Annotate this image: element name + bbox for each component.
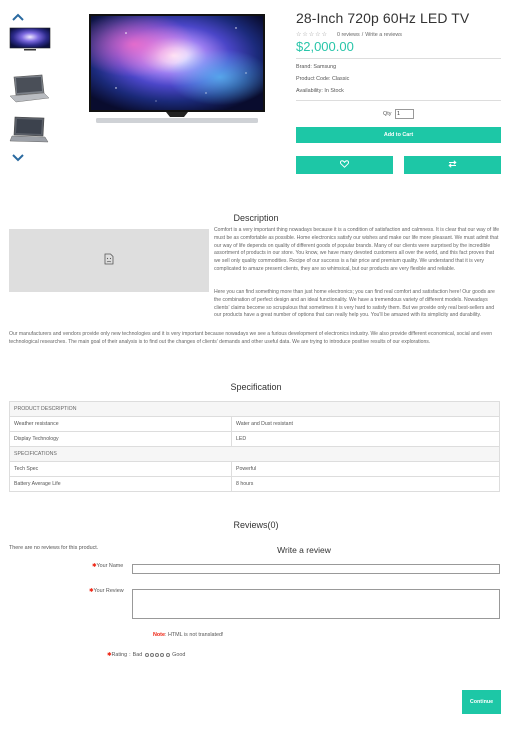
- spec-name: Display Technology: [9, 431, 232, 447]
- wishlist-button[interactable]: [296, 156, 393, 174]
- your-review-label: ✱Your Review: [89, 588, 124, 594]
- your-review-textarea[interactable]: [132, 589, 500, 619]
- rating-bad-label: Bad: [132, 652, 143, 658]
- thumbnail-laptop-dark[interactable]: [8, 115, 50, 145]
- rating-label: Rating: [111, 652, 128, 658]
- product-availability: Availability: In Stock: [296, 88, 344, 94]
- product-price: $2,000.00: [296, 39, 354, 54]
- divider: [296, 58, 501, 59]
- spec-row: Weather resistance Water and Dust resista…: [9, 416, 500, 432]
- spec-row: Battery Average Life 8 hours: [9, 476, 500, 492]
- rating-input: ✱ Rating : Bad Good: [107, 652, 186, 658]
- description-image-placeholder: [9, 229, 209, 292]
- write-review-title: Write a review: [277, 545, 331, 555]
- rating-radio-3[interactable]: [155, 653, 160, 657]
- spec-name: Battery Average Life: [9, 476, 232, 492]
- star-icon: ☆: [308, 32, 315, 38]
- spec-name: Tech Spec: [9, 461, 232, 477]
- divider: [296, 100, 501, 101]
- compare-button[interactable]: [404, 156, 501, 174]
- star-icon: ☆: [315, 32, 321, 38]
- spec-row: Tech Spec Powerful: [9, 461, 500, 477]
- spec-value: Water and Dust resistant: [231, 416, 500, 432]
- spec-group-header: PRODUCT DESCRIPTION: [9, 401, 500, 417]
- product-brand: Brand: Samsung: [296, 64, 337, 70]
- rating-good-label: Good: [172, 652, 186, 658]
- spec-row: Display Technology LED: [9, 431, 500, 447]
- html-note: Note: HTML is not translated!: [153, 632, 224, 638]
- spec-value: Powerful: [231, 461, 500, 477]
- continue-button[interactable]: Continue: [462, 690, 501, 714]
- main-product-image: [86, 13, 268, 125]
- rating-radio-5[interactable]: [165, 653, 170, 657]
- reviews-count-link[interactable]: 0 reviews: [337, 32, 360, 38]
- spec-group-label: SPECIFICATIONS: [9, 446, 500, 462]
- product-code: Product Code: Classic: [296, 76, 350, 82]
- chevron-down-icon[interactable]: [12, 152, 24, 164]
- spec-group-header: SPECIFICATIONS: [9, 446, 500, 462]
- chevron-up-icon[interactable]: [12, 11, 24, 23]
- add-to-cart-button[interactable]: Add to Cart: [296, 127, 501, 143]
- thumbnail-laptop-silver[interactable]: [8, 73, 50, 103]
- heart-icon: [339, 160, 350, 170]
- star-icon: ☆: [321, 32, 327, 38]
- description-paragraph: Comfort is a very important thing nowada…: [214, 227, 500, 272]
- reviews-title: Reviews(0): [233, 520, 279, 530]
- your-review-label-text: Your Review: [93, 588, 124, 594]
- no-reviews-text: There are no reviews for this product.: [9, 545, 99, 551]
- spec-group-label: PRODUCT DESCRIPTION: [9, 401, 500, 417]
- rating-row: ☆ ☆ ☆ ☆ ☆ 0 reviews / Write a reviews: [296, 31, 402, 39]
- rating-stars: ☆ ☆ ☆ ☆ ☆: [296, 31, 327, 38]
- your-name-label: ✱Your Name: [92, 563, 123, 569]
- star-icon: ☆: [296, 32, 302, 38]
- broken-image-icon: [104, 252, 114, 270]
- spec-name: Weather resistance: [9, 416, 232, 432]
- exchange-icon: [448, 160, 457, 170]
- specification-table: PRODUCT DESCRIPTION Weather resistance Wa…: [9, 401, 500, 492]
- specification-title: Specification: [230, 382, 282, 392]
- product-title: 28-Inch 720p 60Hz LED TV: [296, 10, 470, 26]
- qty-input[interactable]: 1: [395, 109, 414, 119]
- qty-label: Qty: [383, 111, 392, 117]
- your-name-input[interactable]: [132, 564, 500, 574]
- rating-radio-4[interactable]: [160, 653, 165, 657]
- write-review-link[interactable]: Write a reviews: [365, 32, 402, 38]
- reviews-separator: /: [361, 31, 364, 38]
- note-text: : HTML is not translated!: [164, 632, 224, 638]
- spec-value: 8 hours: [231, 476, 500, 492]
- thumbnail-tv[interactable]: [8, 27, 52, 53]
- description-paragraph: Here you can find something more than ju…: [214, 289, 495, 319]
- note-label: Note: [153, 632, 165, 638]
- description-paragraph: Our manufacturers and vendors provide on…: [9, 331, 493, 345]
- spec-value: LED: [231, 431, 500, 447]
- star-icon: ☆: [302, 32, 308, 38]
- your-name-label-text: Your Name: [96, 563, 124, 569]
- description-title: Description: [233, 213, 279, 223]
- rating-radio-1[interactable]: [144, 653, 149, 657]
- rating-radio-2[interactable]: [150, 653, 154, 657]
